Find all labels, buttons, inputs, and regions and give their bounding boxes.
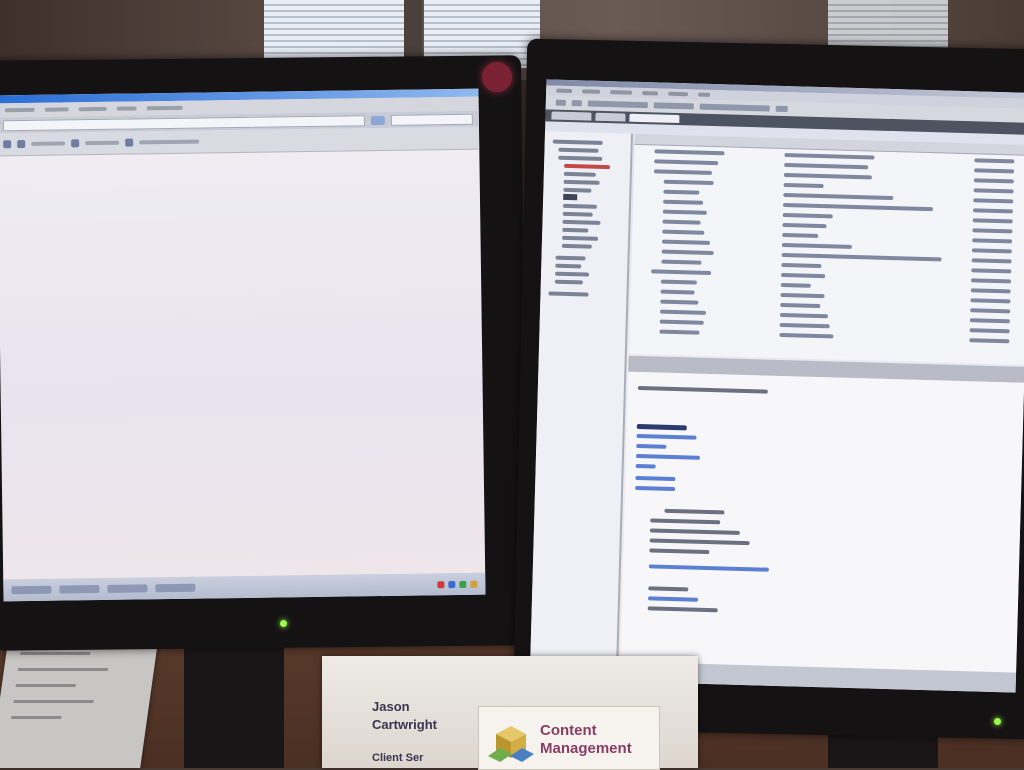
star-icon[interactable]	[125, 138, 134, 147]
home-icon[interactable]	[71, 139, 80, 148]
folder-tree[interactable]	[529, 131, 633, 682]
right-screen	[529, 79, 1024, 693]
taskbar-item[interactable]	[59, 585, 100, 594]
left-screen	[0, 88, 486, 602]
taskbar-item[interactable]	[107, 584, 148, 593]
nameplate-title: Client Ser	[372, 752, 424, 764]
browser-logo-icon	[482, 62, 512, 92]
nameplate: Jason Cartwright Client Ser Content Mana…	[322, 656, 698, 770]
item-list[interactable]	[628, 133, 1024, 365]
tab-item[interactable]	[595, 112, 626, 122]
tray-icon[interactable]	[459, 580, 467, 588]
back-icon[interactable]	[3, 140, 12, 149]
brand-line-1: Content	[540, 722, 597, 739]
system-tray[interactable]	[437, 580, 478, 588]
browser-search-input[interactable]	[390, 113, 473, 126]
nameplate-person: Jason Cartwright	[372, 698, 437, 734]
power-led-icon	[280, 620, 287, 627]
go-button[interactable]	[370, 115, 385, 125]
left-monitor-stand	[184, 640, 284, 768]
nameplate-last-name: Cartwright	[372, 717, 437, 732]
start-button[interactable]	[11, 585, 52, 595]
tab-item[interactable]	[629, 113, 680, 124]
browser-page-content[interactable]	[0, 173, 485, 580]
nameplate-brand: Content Management	[540, 722, 632, 758]
tray-icon[interactable]	[470, 580, 478, 588]
brand-line-2: Management	[540, 740, 632, 757]
nameplate-first-name: Jason	[372, 699, 410, 714]
selected-folder[interactable]	[563, 193, 578, 201]
tab-item[interactable]	[551, 111, 592, 121]
power-led-icon	[994, 718, 1001, 725]
forward-icon[interactable]	[17, 139, 26, 149]
tray-icon[interactable]	[448, 580, 456, 588]
taskbar-item[interactable]	[155, 583, 196, 593]
tray-icon[interactable]	[437, 580, 445, 588]
cube-logo-icon	[488, 726, 534, 762]
preview-pane[interactable]	[620, 371, 1024, 673]
